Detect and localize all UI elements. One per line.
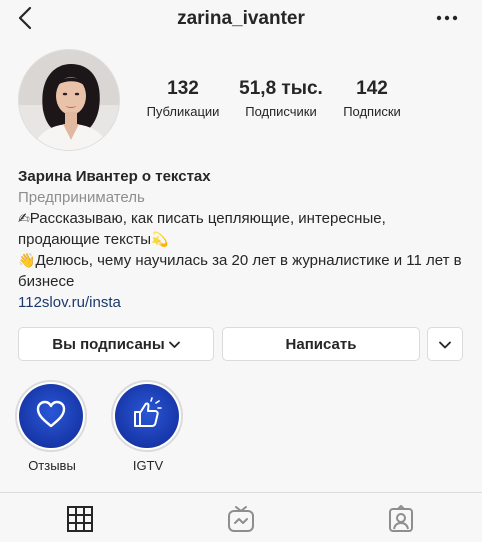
chevron-down-icon <box>168 336 180 353</box>
profile-username: zarina_ivanter <box>177 8 305 29</box>
thumbs-up-icon <box>129 396 165 436</box>
profile-stats: 132 Публикации 51,8 тыс. Подписчики 142 … <box>135 78 475 126</box>
posts-stat[interactable]: 132 Публикации <box>141 78 225 119</box>
bio-line-1: ✍Рассказываю, как писать цепляющие, инте… <box>18 208 468 250</box>
bio-line-1-text: Рассказываю, как писать цепляющие, интер… <box>18 210 386 248</box>
followers-count: 51,8 тыс. <box>239 78 323 99</box>
heart-icon <box>35 399 67 434</box>
profile-bio: Зарина Ивантер о текстах Предприниматель… <box>18 166 468 313</box>
grid-icon[interactable] <box>66 505 94 533</box>
highlight-cover <box>115 384 179 448</box>
posts-label: Публикации <box>146 104 220 119</box>
following-count: 142 <box>356 78 388 99</box>
chevron-down-icon <box>439 336 451 353</box>
profile-tabs <box>0 493 482 542</box>
profile-header: zarina_ivanter <box>0 0 482 40</box>
highlight-label: IGTV <box>132 458 164 473</box>
highlight-cover <box>19 384 83 448</box>
avatar[interactable] <box>18 49 120 151</box>
highlight-ring <box>111 380 183 452</box>
highlight-label: Отзывы <box>28 458 76 473</box>
profile-name: Зарина Ивантер о текстах <box>18 168 211 185</box>
followers-label: Подписчики <box>245 104 317 119</box>
profile-category: Предприниматель <box>18 189 145 206</box>
igtv-icon[interactable] <box>227 505 255 533</box>
message-button-label: Написать <box>285 335 357 353</box>
waving-hand-emoji: 👋 <box>18 252 36 268</box>
bio-line-2: 👋Делюсь, чему научилась за 20 лет в журн… <box>18 250 468 292</box>
more-options-icon[interactable] <box>434 8 460 28</box>
following-button-label: Вы подписаны <box>52 335 165 353</box>
following-label: Подписки <box>343 104 401 119</box>
followers-stat[interactable]: 51,8 тыс. Подписчики <box>231 78 331 119</box>
bio-link[interactable]: 112slov.ru/insta <box>18 292 468 313</box>
suggested-accounts-button[interactable] <box>427 327 463 361</box>
bio-line-2-text: Делюсь, чему научилась за 20 лет в журна… <box>18 252 462 290</box>
highlight-igtv[interactable]: IGTV <box>111 380 185 473</box>
dizzy-emoji: 💫 <box>150 231 169 247</box>
message-button[interactable]: Написать <box>222 327 420 361</box>
writing-hand-emoji: ✍ <box>18 210 30 226</box>
highlight-reviews[interactable]: Отзывы <box>15 380 89 473</box>
following-stat[interactable]: 142 Подписки <box>331 78 413 119</box>
following-button[interactable]: Вы подписаны <box>18 327 214 361</box>
tagged-icon[interactable] <box>387 505 415 533</box>
highlight-ring <box>15 380 87 452</box>
posts-count: 132 <box>167 78 199 99</box>
